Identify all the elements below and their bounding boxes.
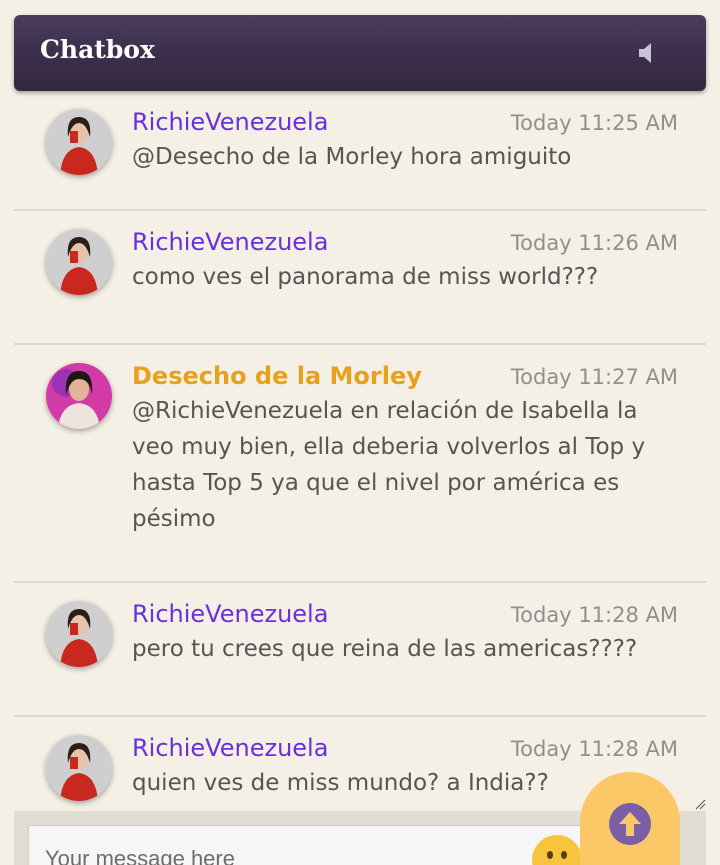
message-text: como ves el panorama de miss world??? xyxy=(132,264,599,290)
message-time: Today 11:26 AM xyxy=(510,231,678,255)
scroll-top-button[interactable] xyxy=(580,772,680,865)
message-time: Today 11:28 AM xyxy=(510,603,678,627)
message-username[interactable]: RichieVenezuela xyxy=(132,227,328,257)
message-text: quien ves de miss mundo? a India?? xyxy=(132,770,549,796)
message-time: Today 11:25 AM xyxy=(510,111,678,135)
speaker-icon[interactable] xyxy=(636,41,660,65)
message-time: Today 11:27 AM xyxy=(510,365,678,389)
message-list[interactable]: RichieVenezuela Today 11:25 AM @Desecho … xyxy=(14,91,706,811)
message-time: Today 11:28 AM xyxy=(510,737,678,761)
message-username[interactable]: RichieVenezuela xyxy=(132,733,328,763)
message-input-placeholder: Your message here xyxy=(45,846,235,865)
user-avatar[interactable] xyxy=(46,363,112,429)
resize-handle-icon[interactable] xyxy=(694,798,706,810)
emoji-icon[interactable] xyxy=(532,835,582,865)
message-item: RichieVenezuela Today 11:26 AM como ves … xyxy=(14,211,706,345)
message-username[interactable]: RichieVenezuela xyxy=(132,107,328,137)
message-item: RichieVenezuela Today 11:28 AM pero tu c… xyxy=(14,583,706,717)
message-item: Desecho de la Morley Today 11:27 AM @Ric… xyxy=(14,345,706,583)
chatbox-title: Chatbox xyxy=(40,35,155,64)
user-avatar[interactable] xyxy=(46,229,112,295)
message-text: @RichieVenezuela en relación de Isabella… xyxy=(132,398,646,532)
user-avatar[interactable] xyxy=(46,109,112,175)
user-avatar[interactable] xyxy=(46,735,112,801)
message-text: pero tu crees que reina de las americas?… xyxy=(132,636,638,662)
message-item: RichieVenezuela Today 11:25 AM @Desecho … xyxy=(14,91,706,211)
chatbox-header: Chatbox xyxy=(14,15,706,91)
user-avatar[interactable] xyxy=(46,601,112,667)
message-username[interactable]: RichieVenezuela xyxy=(132,599,328,629)
message-text: @Desecho de la Morley hora amiguito xyxy=(132,144,572,170)
message-username[interactable]: Desecho de la Morley xyxy=(132,361,422,391)
arrow-up-circle-icon xyxy=(609,803,651,845)
